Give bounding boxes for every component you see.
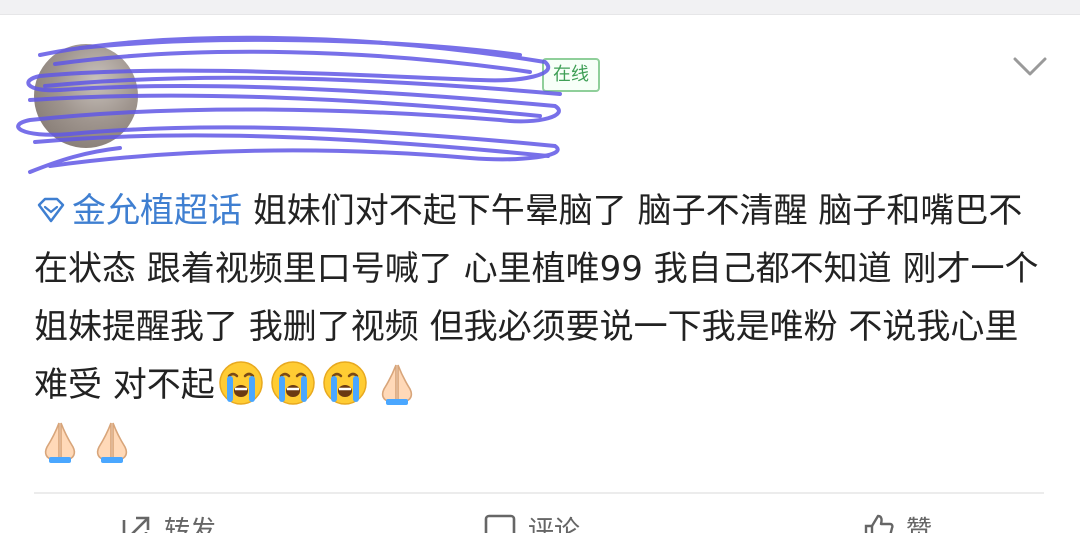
- top-strip: [0, 0, 1080, 15]
- action-bar: 转发 评论 赞: [0, 508, 1080, 533]
- like-label: 赞: [906, 515, 933, 533]
- username-redacted[interactable]: [178, 52, 528, 92]
- repost-button[interactable]: 转发: [118, 508, 216, 533]
- folded-hands-icon: [88, 417, 136, 465]
- divider: [34, 492, 1044, 494]
- comment-label: 评论: [528, 515, 581, 533]
- comment-icon: [484, 514, 516, 533]
- topic-link[interactable]: 金允植超话: [34, 191, 242, 231]
- folded-hands-icon: [373, 359, 421, 407]
- like-button[interactable]: 赞: [860, 508, 932, 533]
- weibo-post-card: 在线 金允植超话 姐妹们对不起下午晕脑了 脑子不清醒 脑子和嘴巴不在状态 跟着视…: [0, 0, 1080, 533]
- repost-icon: [122, 516, 150, 533]
- repost-label: 转发: [164, 515, 217, 533]
- crying-face-icon: [321, 359, 369, 407]
- avatar[interactable]: [34, 44, 138, 148]
- thumbs-up-icon: [864, 514, 894, 533]
- online-status-badge: 在线: [542, 58, 600, 92]
- folded-hands-icon: [36, 417, 84, 465]
- crying-face-icon: [269, 359, 317, 407]
- crying-face-icon: [217, 359, 265, 407]
- super-topic-diamond-icon: [37, 197, 65, 222]
- post-meta-redacted: [178, 110, 538, 144]
- chevron-down-icon[interactable]: [1012, 54, 1048, 80]
- post-text: 金允植超话 姐妹们对不起下午晕脑了 脑子不清醒 脑子和嘴巴不在状态 跟着视频里口…: [34, 182, 1044, 472]
- comment-button[interactable]: 评论: [482, 508, 580, 533]
- topic-label[interactable]: 金允植超话: [72, 191, 242, 231]
